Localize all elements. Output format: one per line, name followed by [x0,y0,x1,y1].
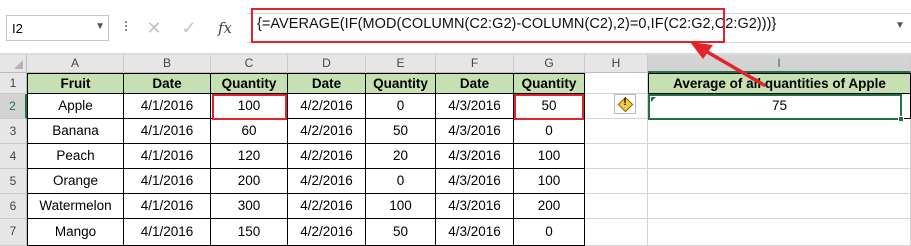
red-arrow-icon [690,42,766,87]
